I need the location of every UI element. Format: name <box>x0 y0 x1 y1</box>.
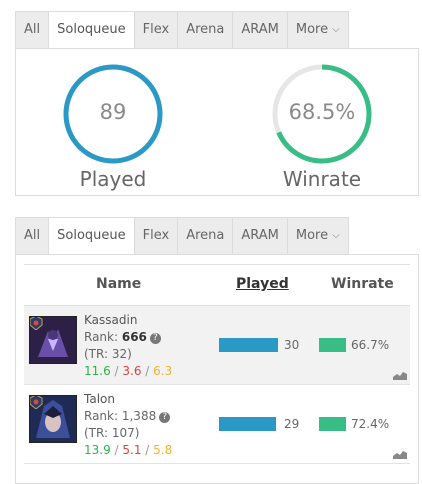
area-chart-icon[interactable] <box>393 370 407 380</box>
tab-soloqueue[interactable]: Soloqueue <box>48 217 134 255</box>
champion-name[interactable]: Kassadin <box>84 312 172 329</box>
champion-tr: (TR: 107) <box>84 426 140 440</box>
tab-aram[interactable]: ARAM <box>232 217 287 255</box>
kda-kills: 11.6 <box>84 364 111 378</box>
winrate-value: 68.5% <box>288 100 356 124</box>
rank-value: 666 <box>121 330 147 344</box>
kda-assists: 5.8 <box>153 443 173 457</box>
tab-more[interactable]: More ⌵ <box>286 11 349 49</box>
header-name[interactable]: Name <box>96 276 141 292</box>
tab-arena[interactable]: Arena <box>177 11 233 49</box>
header-winrate[interactable]: Winrate <box>331 276 394 292</box>
champion-info: Kassadin Rank: 666? (TR: 32) 11.6 / 3.6 … <box>84 312 172 380</box>
champion-portrait-talon <box>29 395 77 443</box>
champion-tr: (TR: 32) <box>84 347 132 361</box>
tab-more[interactable]: More ⌵ <box>286 217 349 255</box>
question-circle-icon[interactable]: ? <box>159 412 171 423</box>
chevron-down-icon: ⌵ <box>332 230 340 241</box>
rank-value: 1,388 <box>121 409 157 423</box>
kda-deaths: 5.1 <box>122 443 142 457</box>
champion-kda: 13.9 / 5.1 / 5.8 <box>84 443 173 457</box>
chevron-down-icon: ⌵ <box>332 24 340 35</box>
winrate-value: 72.4% <box>351 417 390 431</box>
summary-panel: 89 Played 68.5% Winrate <box>15 48 419 196</box>
winrate-bar <box>319 338 346 352</box>
champion-rank: Rank: 666? <box>84 329 172 346</box>
winrate-bar <box>319 417 346 431</box>
tab-all[interactable]: All <box>15 11 49 49</box>
area-chart-icon[interactable] <box>393 449 407 459</box>
played-stat: 89 Played <box>53 64 173 191</box>
champion-portrait-kassadin <box>29 316 77 364</box>
played-count: 29 <box>284 417 300 431</box>
champion-kda: 11.6 / 3.6 / 6.3 <box>84 364 173 378</box>
kda-deaths: 3.6 <box>122 364 142 378</box>
winrate-value: 66.7% <box>351 338 390 352</box>
tab-all[interactable]: All <box>15 217 49 255</box>
tab-more-label: More <box>295 22 329 37</box>
champion-rank: Rank: 1,388? <box>84 408 172 425</box>
tab-bar-champions: All Soloqueue Flex Arena ARAM More ⌵ <box>15 217 349 255</box>
table-row[interactable]: Kassadin Rank: 666? (TR: 32) 11.6 / 3.6 … <box>24 306 410 385</box>
tab-aram[interactable]: ARAM <box>232 11 287 49</box>
played-bar <box>219 417 276 431</box>
rank-emblem-icon <box>30 317 43 330</box>
played-value: 89 <box>99 100 127 124</box>
tab-soloqueue[interactable]: Soloqueue <box>48 11 134 49</box>
played-count: 30 <box>284 338 300 352</box>
question-circle-icon[interactable]: ? <box>149 333 161 344</box>
tab-arena[interactable]: Arena <box>177 217 233 255</box>
played-label: Played <box>79 167 147 191</box>
tab-flex[interactable]: Flex <box>133 217 178 255</box>
header-played[interactable]: Played <box>236 276 289 292</box>
played-bar <box>219 338 278 352</box>
table-row[interactable]: Talon Rank: 1,388? (TR: 107) 13.9 / 5.1 … <box>24 385 410 464</box>
champions-panel: Name Played Winrate Kassadin Rank: 666 ?… <box>15 254 419 484</box>
champions-table: Name Played Winrate Kassadin Rank: 666 ?… <box>24 264 410 464</box>
champion-name[interactable]: Talon <box>84 391 172 408</box>
tab-bar-summary: All Soloqueue Flex Arena ARAM More ⌵ <box>15 11 349 49</box>
winrate-label: Winrate <box>282 167 362 191</box>
kda-kills: 13.9 <box>84 443 111 457</box>
tab-more-label: More <box>295 228 329 243</box>
rank-label: Rank: <box>84 330 119 344</box>
table-header: Name Played Winrate <box>24 264 410 306</box>
kda-assists: 6.3 <box>153 364 173 378</box>
rank-emblem-icon <box>30 396 43 409</box>
winrate-stat: 68.5% Winrate <box>262 64 382 191</box>
tab-flex[interactable]: Flex <box>133 11 178 49</box>
rank-label: Rank: <box>84 409 119 423</box>
champion-info: Talon Rank: 1,388? (TR: 107) 13.9 / 5.1 … <box>84 391 172 459</box>
